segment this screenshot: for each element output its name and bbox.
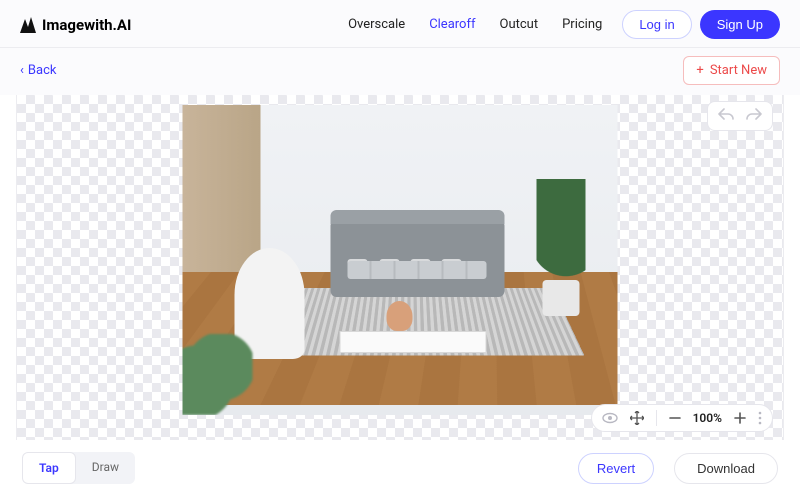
start-new-label: Start New xyxy=(710,63,767,78)
top-nav: Imagewith.AI Overscale Clearoff Outcut P… xyxy=(0,0,800,48)
brand-name: Imagewith.AI xyxy=(42,16,131,34)
brand-logo[interactable]: Imagewith.AI xyxy=(20,16,131,34)
back-button[interactable]: ‹ Back xyxy=(20,63,56,78)
start-new-button[interactable]: + Start New xyxy=(683,56,780,85)
logo-icon xyxy=(20,17,36,33)
eye-icon[interactable] xyxy=(602,411,618,425)
login-button[interactable]: Log in xyxy=(622,10,691,39)
sub-nav: ‹ Back + Start New xyxy=(0,48,800,95)
undo-redo-group xyxy=(707,101,773,131)
chevron-left-icon: ‹ xyxy=(20,63,24,78)
back-label: Back xyxy=(28,63,57,78)
mode-switch: Tap Draw xyxy=(22,452,135,484)
primary-nav: Overscale Clearoff Outcut Pricing xyxy=(348,17,602,32)
nav-clearoff[interactable]: Clearoff xyxy=(429,17,475,32)
move-icon[interactable] xyxy=(630,411,644,425)
nav-pricing[interactable]: Pricing xyxy=(562,17,602,32)
zoom-out-icon[interactable] xyxy=(669,412,681,424)
zoom-in-icon[interactable] xyxy=(734,412,746,424)
nav-overscale[interactable]: Overscale xyxy=(348,17,405,32)
zoom-toolbar: 100% xyxy=(591,404,773,432)
revert-button[interactable]: Revert xyxy=(578,453,654,484)
plus-icon: + xyxy=(696,63,703,78)
mode-draw[interactable]: Draw xyxy=(76,452,135,484)
zoom-value: 100% xyxy=(693,411,722,425)
signup-button[interactable]: Sign Up xyxy=(700,10,780,39)
workspace-image[interactable] xyxy=(183,105,618,415)
nav-outcut[interactable]: Outcut xyxy=(500,17,539,32)
bottom-toolbar: Tap Draw Revert Download xyxy=(0,440,800,496)
redo-icon[interactable] xyxy=(746,108,762,124)
more-icon[interactable] xyxy=(758,411,762,425)
mode-tap[interactable]: Tap xyxy=(22,452,76,484)
download-button[interactable]: Download xyxy=(674,453,778,484)
undo-icon[interactable] xyxy=(718,108,734,124)
editor-canvas[interactable]: 100% xyxy=(16,95,784,440)
